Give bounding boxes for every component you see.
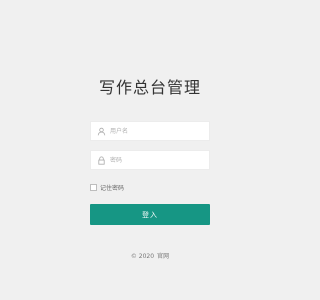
remember-password-option[interactable]: 记住密码 — [90, 183, 124, 192]
footer: © 2020 官网 — [0, 251, 300, 260]
copyright-text: © 2020 — [130, 253, 155, 260]
password-input[interactable] — [107, 153, 206, 167]
username-input[interactable] — [107, 124, 206, 138]
page-title: 写作总台管理 — [98, 78, 201, 97]
lock-icon — [95, 154, 107, 166]
username-field[interactable] — [90, 121, 210, 141]
remember-password-label: 记住密码 — [100, 185, 125, 192]
user-icon — [95, 125, 107, 137]
password-field[interactable] — [90, 150, 210, 170]
login-button[interactable]: 登入 — [90, 204, 210, 225]
login-page: 写作总台管理 记住密码 登入 © 2020官网 — [0, 0, 300, 300]
official-site-link[interactable]: 官网 — [157, 253, 169, 260]
remember-password-checkbox[interactable] — [90, 184, 97, 191]
